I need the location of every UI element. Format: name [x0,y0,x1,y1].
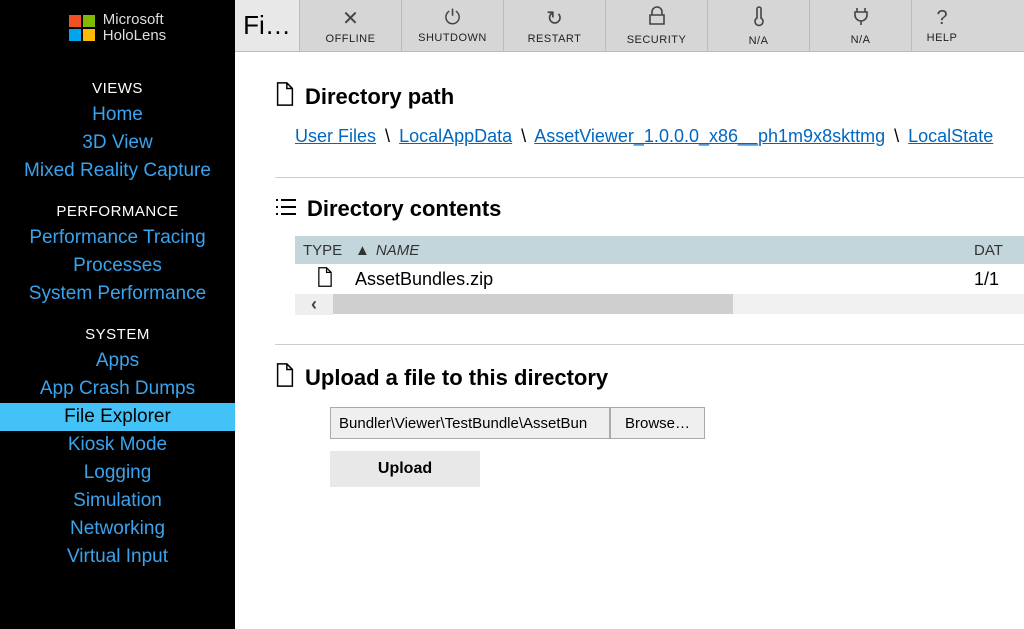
section-title-performance: PERFORMANCE [0,203,235,220]
sidebar-item-system-performance[interactable]: System Performance [0,280,235,308]
sidebar-item-processes[interactable]: Processes [0,252,235,280]
upload-heading: Upload a file to this directory [275,363,1024,393]
sidebar-item-home[interactable]: Home [0,101,235,129]
security-button[interactable]: SECURITY [606,0,708,51]
sidebar-item-mixed-reality-capture[interactable]: Mixed Reality Capture [0,157,235,185]
sidebar-section-views: VIEWS Home 3D View Mixed Reality Capture [0,62,235,185]
sidebar-item-virtual-input[interactable]: Virtual Input [0,543,235,571]
breadcrumb-localstate[interactable]: LocalState [908,126,993,146]
brand-text: Microsoft HoloLens [103,12,166,44]
temperature-button[interactable]: N/A [708,0,810,51]
power-icon: ⏻ [445,7,461,30]
file-table: TYPE ▲NAME DAT AssetBundles.zip 1/1 ‹ [295,236,1024,314]
sidebar-section-performance: PERFORMANCE Performance Tracing Processe… [0,185,235,308]
scroll-left-icon[interactable]: ‹ [295,294,333,315]
sidebar-item-logging[interactable]: Logging [0,459,235,487]
help-button[interactable]: ? HELP [912,0,972,51]
row-file-date: 1/1 [974,269,1024,290]
breadcrumb-assetviewer[interactable]: AssetViewer_1.0.0.0_x86__ph1m9x8skttmg [534,126,885,146]
content-area: Directory path User Files \ LocalAppData… [235,52,1024,629]
upload-button[interactable]: Upload [330,451,480,487]
section-title-views: VIEWS [0,80,235,97]
breadcrumb-user-files[interactable]: User Files [295,126,376,146]
offline-button[interactable]: ✕ OFFLINE [300,0,402,51]
sidebar-item-3d-view[interactable]: 3D View [0,129,235,157]
question-icon: ? [936,7,947,30]
sidebar-item-app-crash-dumps[interactable]: App Crash Dumps [0,375,235,403]
lock-icon [648,6,666,32]
sidebar-item-file-explorer[interactable]: File Explorer [0,403,235,431]
restart-button[interactable]: ↻ RESTART [504,0,606,51]
thermometer-icon [752,5,766,33]
plug-icon [851,6,871,32]
section-title-system: SYSTEM [0,326,235,343]
sidebar-item-simulation[interactable]: Simulation [0,487,235,515]
upload-file-input[interactable]: Bundler\Viewer\TestBundle\AssetBun [330,407,610,439]
sidebar: Microsoft HoloLens VIEWS Home 3D View Mi… [0,0,235,629]
col-date[interactable]: DAT [974,242,1024,259]
sidebar-item-performance-tracing[interactable]: Performance Tracing [0,224,235,252]
toolbar-title: Fi… [235,0,300,51]
microsoft-logo-icon [69,15,95,41]
toolbar: Fi… ✕ OFFLINE ⏻ SHUTDOWN ↻ RESTART SECUR… [235,0,1024,52]
browse-button[interactable]: Browse… [610,407,705,439]
breadcrumb-localappdata[interactable]: LocalAppData [399,126,512,146]
sidebar-item-networking[interactable]: Networking [0,515,235,543]
breadcrumb: User Files \ LocalAppData \ AssetViewer_… [295,126,1024,147]
sidebar-item-kiosk-mode[interactable]: Kiosk Mode [0,431,235,459]
horizontal-scrollbar[interactable]: ‹ [295,294,1024,314]
row-file-name: AssetBundles.zip [355,269,974,290]
file-icon [275,363,295,393]
col-name[interactable]: ▲NAME [355,242,974,259]
sidebar-item-apps[interactable]: Apps [0,347,235,375]
scroll-thumb[interactable] [333,294,733,314]
directory-path-heading: Directory path [275,82,1024,112]
power-status-button[interactable]: N/A [810,0,912,51]
table-row[interactable]: AssetBundles.zip 1/1 [295,264,1024,294]
list-icon [275,196,297,222]
main-panel: Fi… ✕ OFFLINE ⏻ SHUTDOWN ↻ RESTART SECUR… [235,0,1024,629]
sort-ascending-icon: ▲ [355,242,370,259]
row-file-icon [295,267,355,292]
restart-icon: ↻ [546,6,563,31]
table-header: TYPE ▲NAME DAT [295,236,1024,264]
file-icon [275,82,295,112]
directory-contents-heading: Directory contents [275,196,1024,222]
close-x-icon: ✕ [342,6,359,31]
sidebar-section-system: SYSTEM Apps App Crash Dumps File Explore… [0,308,235,571]
brand-logo: Microsoft HoloLens [0,12,235,44]
col-type[interactable]: TYPE [295,242,355,259]
shutdown-button[interactable]: ⏻ SHUTDOWN [402,0,504,51]
